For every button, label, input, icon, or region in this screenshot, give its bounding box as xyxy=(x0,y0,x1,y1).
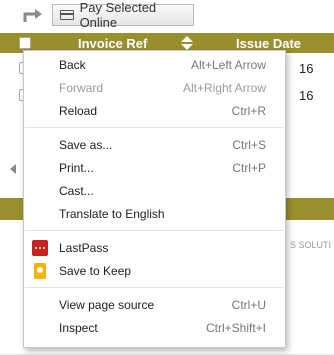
footer-text: S SOLUTI xyxy=(290,240,332,250)
lastpass-icon xyxy=(32,240,48,256)
menu-item-reload[interactable]: Reload Ctrl+R xyxy=(24,100,285,123)
menu-item-label: Save as... xyxy=(59,138,113,152)
keep-icon xyxy=(34,263,46,279)
menu-item-label: Translate to English xyxy=(59,207,165,221)
pay-button-label: Pay Selected Online xyxy=(79,0,157,30)
sort-icon[interactable] xyxy=(181,36,193,50)
menu-item-shortcut: Alt+Right Arrow xyxy=(182,81,266,95)
menu-item-cast[interactable]: Cast... xyxy=(24,180,285,203)
select-all-checkbox[interactable] xyxy=(19,37,31,49)
menu-item-translate[interactable]: Translate to English xyxy=(24,203,285,226)
menu-item-shortcut: Ctrl+Shift+I xyxy=(205,321,266,335)
menu-item-label: LastPass xyxy=(59,241,109,255)
menu-item-shortcut: Ctrl+U xyxy=(231,298,266,312)
menu-item-save-as[interactable]: Save as... Ctrl+S xyxy=(24,134,285,157)
column-header-issue-date[interactable]: Issue Date xyxy=(236,36,301,51)
credit-card-icon xyxy=(60,10,74,20)
menu-item-label: Inspect xyxy=(59,321,98,335)
toolbar: Pay Selected Online xyxy=(0,0,334,34)
menu-item-back[interactable]: Back Alt+Left Arrow xyxy=(24,54,285,77)
scroll-left-icon[interactable] xyxy=(10,164,16,174)
menu-item-label: Save to Keep xyxy=(59,264,132,278)
context-menu: Back Alt+Left Arrow Forward Alt+Right Ar… xyxy=(23,50,286,348)
menu-item-label: Reload xyxy=(59,104,98,118)
menu-item-label: Forward xyxy=(59,81,104,95)
menu-item-save-to-keep[interactable]: Save to Keep xyxy=(24,260,285,283)
menu-item-label: View page source xyxy=(59,298,155,312)
menu-separator xyxy=(25,287,284,288)
pay-selected-online-button[interactable]: Pay Selected Online xyxy=(52,0,194,30)
menu-item-shortcut: Ctrl+R xyxy=(231,104,266,118)
menu-item-print[interactable]: Print... Ctrl+P xyxy=(24,157,285,180)
forward-arrow-icon[interactable] xyxy=(22,6,44,24)
menu-item-inspect[interactable]: Inspect Ctrl+Shift+I xyxy=(24,317,285,340)
menu-item-view-source[interactable]: View page source Ctrl+U xyxy=(24,294,285,317)
menu-separator xyxy=(25,230,284,231)
menu-item-label: Cast... xyxy=(59,184,94,198)
menu-item-shortcut: Ctrl+S xyxy=(232,138,266,152)
menu-separator xyxy=(25,127,284,128)
table-cell-issue-date: 16 xyxy=(299,88,314,103)
menu-item-forward[interactable]: Forward Alt+Right Arrow xyxy=(24,77,285,100)
menu-item-shortcut: Ctrl+P xyxy=(232,161,266,175)
menu-item-lastpass[interactable]: LastPass xyxy=(24,237,285,260)
menu-item-label: Back xyxy=(59,58,86,72)
menu-item-shortcut: Alt+Left Arrow xyxy=(190,58,266,72)
column-header-invoice-ref[interactable]: Invoice Ref xyxy=(78,36,147,51)
menu-item-label: Print... xyxy=(59,161,94,175)
table-cell-issue-date: 16 xyxy=(299,61,314,76)
